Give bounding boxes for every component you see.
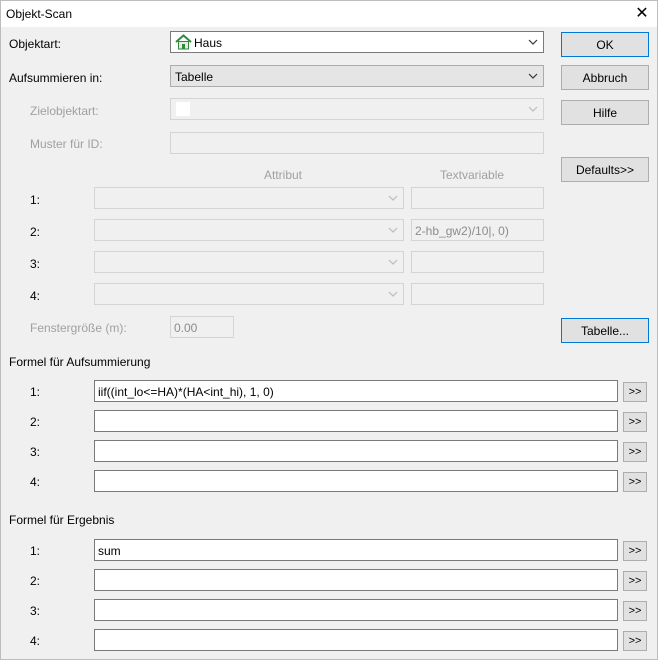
textvariable-field[interactable]: 2-hb_gw2)/10|, 0): [411, 219, 544, 241]
muster-label: Muster für ID:: [30, 137, 103, 151]
aufsummierung-formula-input[interactable]: iif((int_lo<=HA)*(HA<int_hi), 1, 0): [94, 380, 618, 402]
muster-id-field[interactable]: [170, 132, 544, 154]
attribut-select[interactable]: [94, 251, 404, 273]
chevron-down-icon: [528, 39, 538, 45]
aufsummieren-value: Tabelle: [175, 70, 214, 84]
attribut-select[interactable]: [94, 219, 404, 241]
expand-formula-button[interactable]: >>: [623, 601, 647, 621]
formula-row-label: 2:: [30, 574, 41, 588]
ergebnis-formula-input[interactable]: [94, 629, 618, 651]
objektart-value: Haus: [194, 36, 223, 50]
textvariable-header: Textvariable: [440, 168, 505, 182]
attribut-select[interactable]: [94, 283, 404, 305]
formula-row-label: 2:: [30, 415, 41, 429]
hilfe-button[interactable]: Hilfe: [561, 100, 649, 125]
chevron-down-icon: [388, 195, 398, 201]
title-bar: Objekt-Scan ✕: [1, 1, 657, 27]
formula-row-label: 1:: [30, 385, 41, 399]
chevron-down-icon: [388, 291, 398, 297]
zielobjektart-label: Zielobjektart:: [30, 104, 99, 118]
ergebnis-formula-input[interactable]: [94, 569, 618, 591]
chevron-down-icon: [388, 259, 398, 265]
close-icon[interactable]: ✕: [627, 1, 657, 27]
aufsummierung-heading: Formel für Aufsummierung: [9, 355, 151, 369]
formula-row-label: 4:: [30, 475, 41, 489]
aufsummierung-formula-input[interactable]: [94, 470, 618, 492]
ergebnis-formula-input[interactable]: [94, 599, 618, 621]
attr-row-label: 2:: [30, 225, 41, 239]
attr-row-label: 3:: [30, 257, 41, 271]
textvariable-field[interactable]: [411, 187, 544, 209]
ergebnis-formula-input[interactable]: sum: [94, 539, 618, 561]
formula-row-label: 3:: [30, 445, 41, 459]
zielobjektart-select[interactable]: [170, 98, 544, 120]
expand-formula-button[interactable]: >>: [623, 442, 647, 462]
abbruch-button[interactable]: Abbruch: [561, 65, 649, 90]
fenster-field[interactable]: 0.00: [170, 316, 234, 338]
aufsummieren-select[interactable]: Tabelle: [170, 65, 544, 87]
objektart-label: Objektart:: [9, 37, 62, 51]
aufsummierung-formula-input[interactable]: [94, 440, 618, 462]
ok-button[interactable]: OK: [561, 32, 649, 57]
aufsummierung-formula-input[interactable]: [94, 410, 618, 432]
aufsummieren-label: Aufsummieren in:: [9, 71, 103, 85]
attribut-header: Attribut: [264, 168, 303, 182]
expand-formula-button[interactable]: >>: [623, 541, 647, 561]
textvariable-field[interactable]: [411, 283, 544, 305]
textvariable-field[interactable]: [411, 251, 544, 273]
fenster-label: Fenstergröße (m):: [30, 321, 127, 335]
formula-row-label: 4:: [30, 634, 41, 648]
objekt-scan-dialog: Objekt-Scan ✕ Objektart: Haus Aufsummier…: [0, 0, 658, 660]
ergebnis-heading: Formel für Ergebnis: [9, 513, 115, 527]
objektart-select[interactable]: Haus: [170, 31, 544, 53]
expand-formula-button[interactable]: >>: [623, 472, 647, 492]
attr-row-label: 1:: [30, 193, 41, 207]
expand-formula-button[interactable]: >>: [623, 571, 647, 591]
chevron-down-icon: [528, 73, 538, 79]
object-icon-placeholder: [176, 102, 190, 116]
attr-row-label: 4:: [30, 289, 41, 303]
expand-formula-button[interactable]: >>: [623, 412, 647, 432]
expand-formula-button[interactable]: >>: [623, 631, 647, 651]
chevron-down-icon: [388, 227, 398, 233]
chevron-down-icon: [528, 106, 538, 112]
window-title: Objekt-Scan: [6, 7, 73, 21]
formula-row-label: 1:: [30, 544, 41, 558]
defaults-button[interactable]: Defaults>>: [561, 157, 649, 182]
house-icon: [175, 34, 192, 50]
tabelle-button[interactable]: Tabelle...: [561, 318, 649, 343]
attribut-select[interactable]: [94, 187, 404, 209]
expand-formula-button[interactable]: >>: [623, 382, 647, 402]
formula-row-label: 3:: [30, 604, 41, 618]
